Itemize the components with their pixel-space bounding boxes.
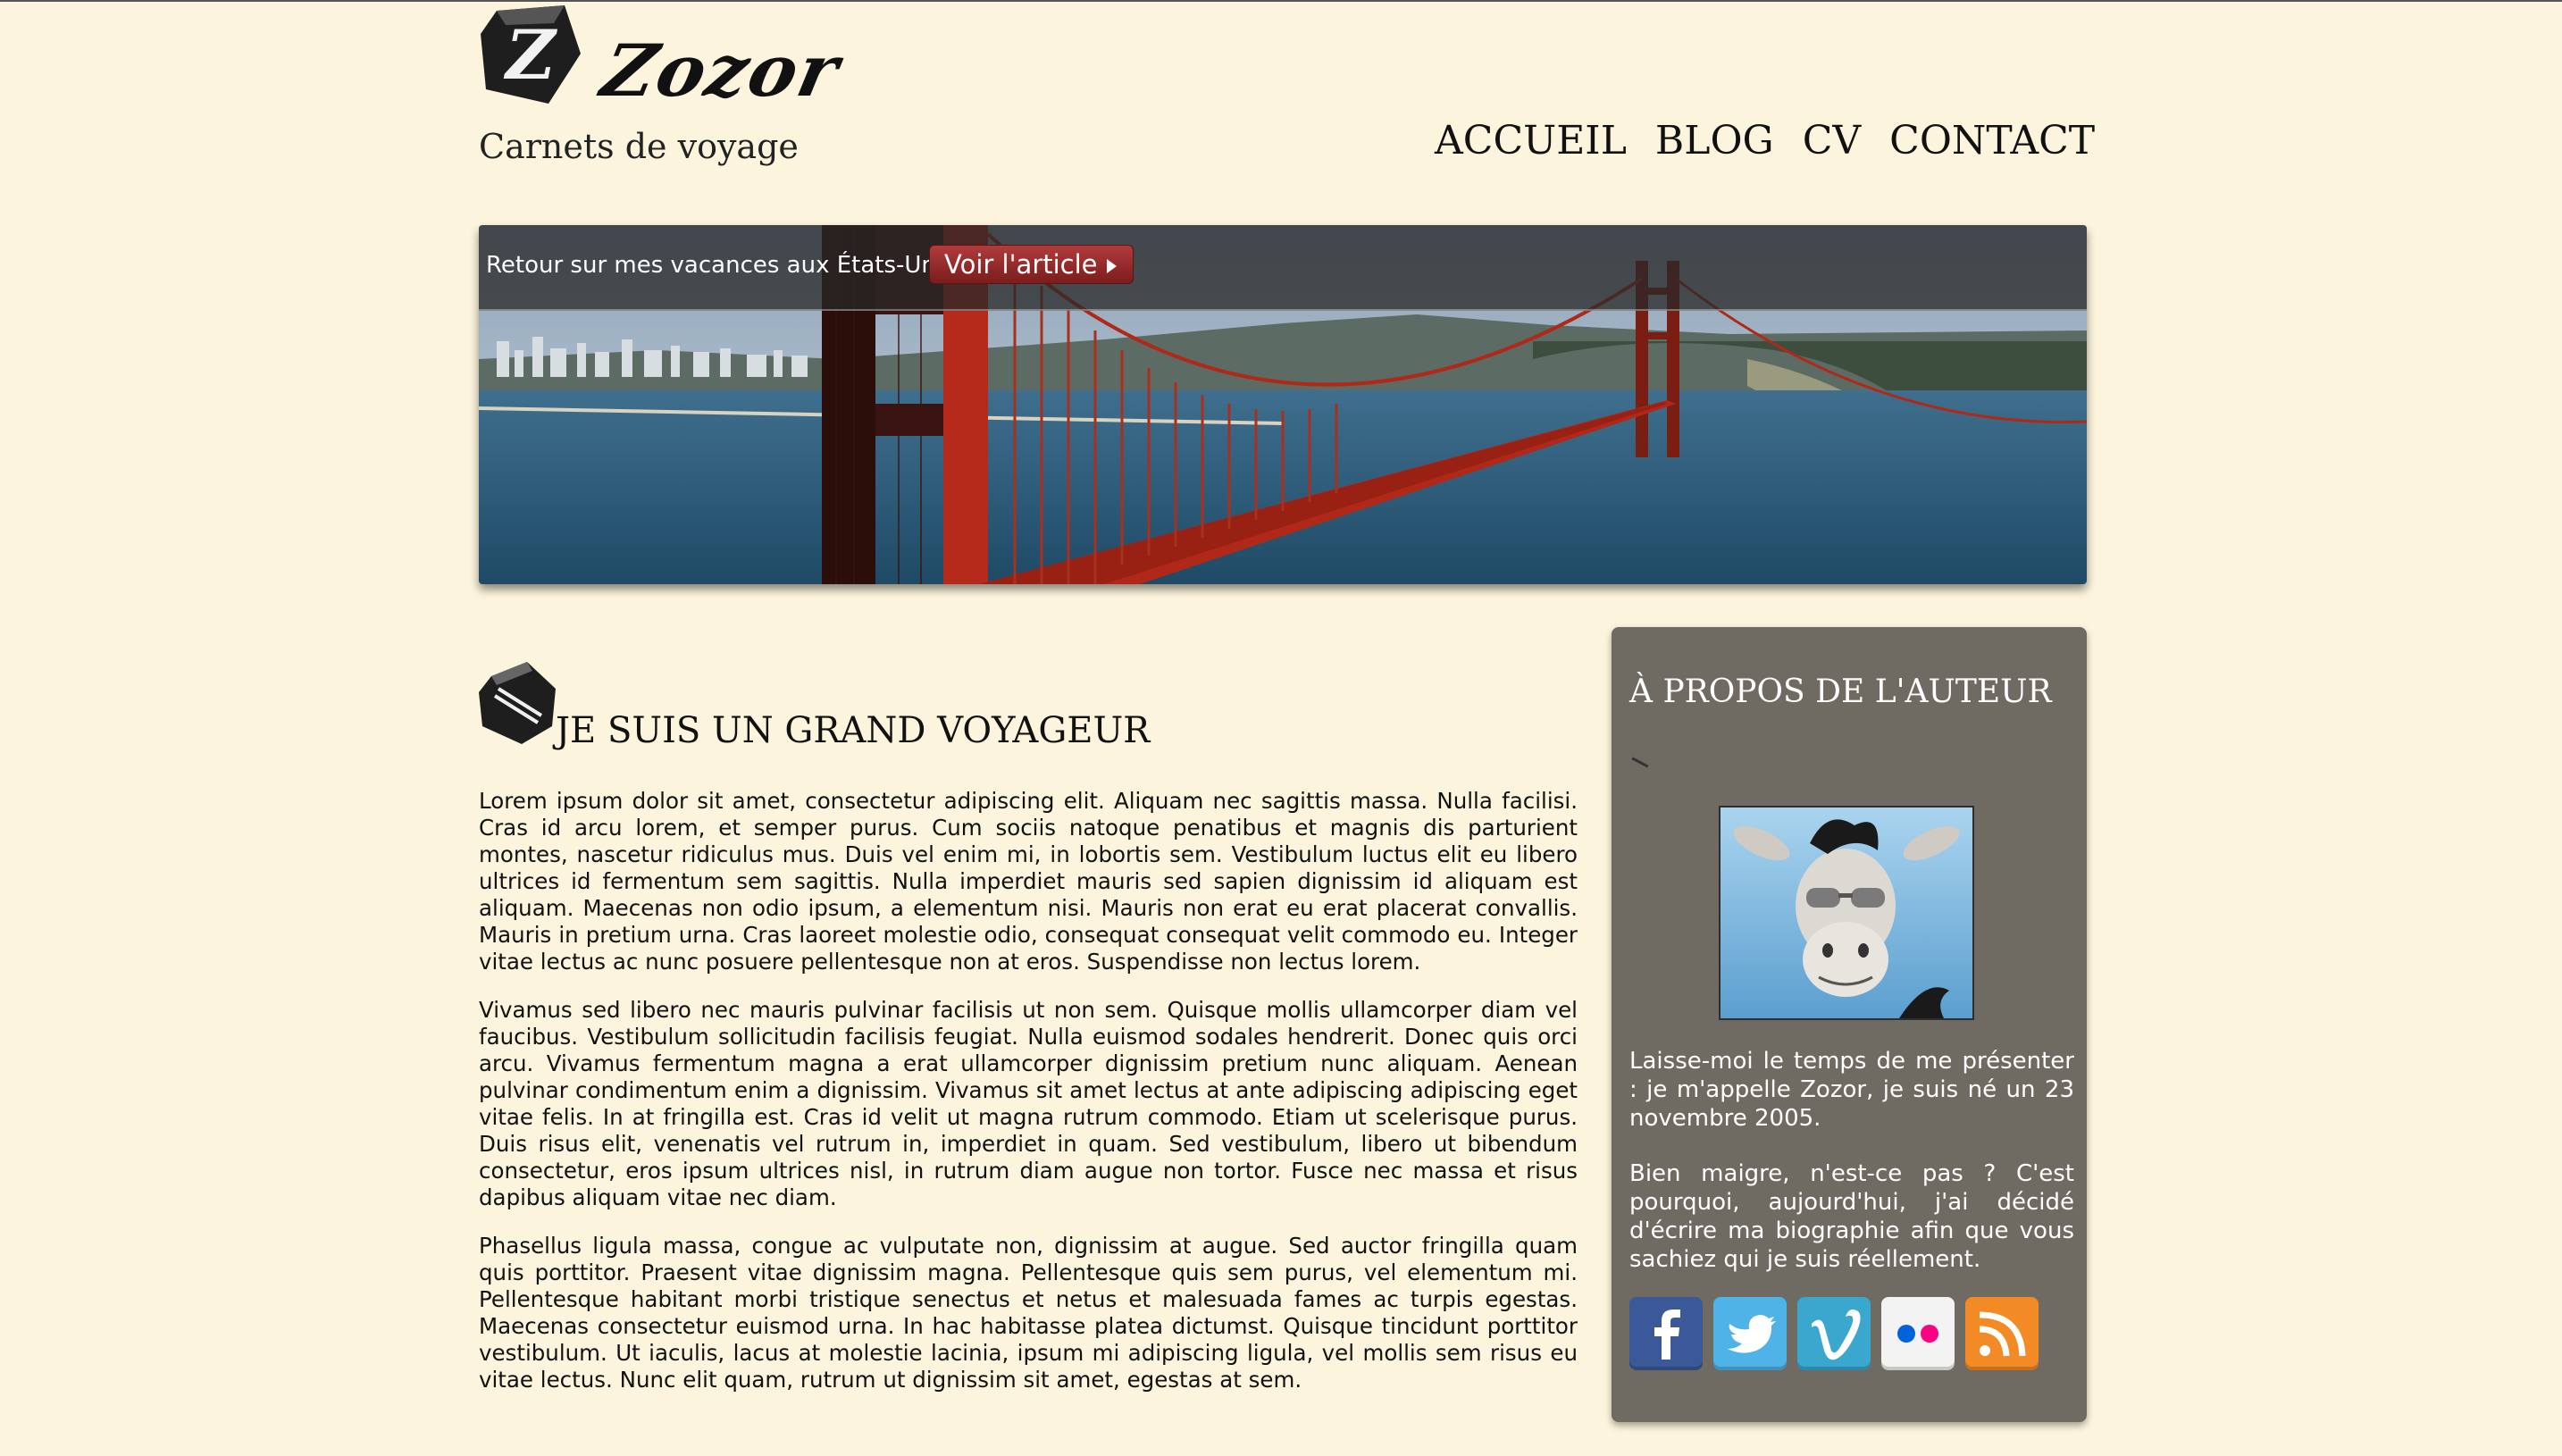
hero-banner: Retour sur mes vacances aux États-Unis..… xyxy=(479,225,2087,584)
rss-button[interactable] xyxy=(1965,1297,2039,1370)
article-paragraph: Vivamus sed libero nec mauris pulvinar f… xyxy=(479,997,1578,1210)
about-paragraph: Laisse-moi le temps de me présenter : je… xyxy=(1629,1048,2074,1132)
ticket-icon xyxy=(479,662,556,744)
banner-caption-bar: Retour sur mes vacances aux États-Unis..… xyxy=(479,225,2087,311)
banner-caption: Retour sur mes vacances aux États-Unis..… xyxy=(486,252,977,279)
rss-icon xyxy=(1979,1311,2026,1357)
facebook-button[interactable] xyxy=(1629,1297,1703,1370)
view-article-label: Voir l'article xyxy=(944,249,1098,280)
article-title: JE SUIS UN GRAND VOYAGEUR xyxy=(556,710,1151,751)
article-body: Lorem ipsum dolor sit amet, consectetur … xyxy=(479,788,1578,1415)
about-author-panel: À PROPOS DE L'AUTEUR Laisse-moi le temps… xyxy=(1612,627,2087,1422)
divider-mark xyxy=(1631,757,1649,768)
article-paragraph: Phasellus ligula massa, congue ac vulput… xyxy=(479,1233,1578,1393)
flickr-button[interactable] xyxy=(1881,1297,1955,1370)
vimeo-icon xyxy=(1812,1310,1861,1360)
zozor-logo-icon[interactable]: Z xyxy=(479,4,584,109)
about-author-title: À PROPOS DE L'AUTEUR xyxy=(1629,674,2052,710)
site-tagline: Carnets de voyage xyxy=(479,127,799,166)
vimeo-button[interactable] xyxy=(1797,1297,1871,1370)
nav-accueil[interactable]: ACCUEIL xyxy=(1435,118,1627,163)
view-article-button[interactable]: Voir l'article xyxy=(929,245,1134,284)
nav-contact[interactable]: CONTACT xyxy=(1889,118,2095,163)
zozor-avatar xyxy=(1719,806,1974,1020)
play-arrow-icon xyxy=(1106,259,1117,273)
about-paragraph: Bien maigre, n'est-ce pas ? C'est pourqu… xyxy=(1629,1160,2074,1273)
svg-text:Z: Z xyxy=(503,15,557,95)
site-logo-text[interactable]: Zozor xyxy=(595,29,848,113)
about-author-text: Laisse-moi le temps de me présenter : je… xyxy=(1629,1047,2074,1301)
flickr-icon xyxy=(1897,1325,1938,1343)
nav-blog[interactable]: BLOG xyxy=(1655,118,1774,163)
twitter-icon xyxy=(1728,1315,1776,1353)
nav-cv[interactable]: CV xyxy=(1803,118,1861,163)
main-nav: ACCUEIL BLOG CV CONTACT xyxy=(1435,118,2095,163)
page-container: Z Zozor Carnets de voyage ACCUEIL BLOG C… xyxy=(479,2,2095,1456)
facebook-icon xyxy=(1654,1310,1680,1360)
twitter-button[interactable] xyxy=(1713,1297,1787,1370)
social-links xyxy=(1629,1297,2039,1370)
article-paragraph: Lorem ipsum dolor sit amet, consectetur … xyxy=(479,788,1578,975)
